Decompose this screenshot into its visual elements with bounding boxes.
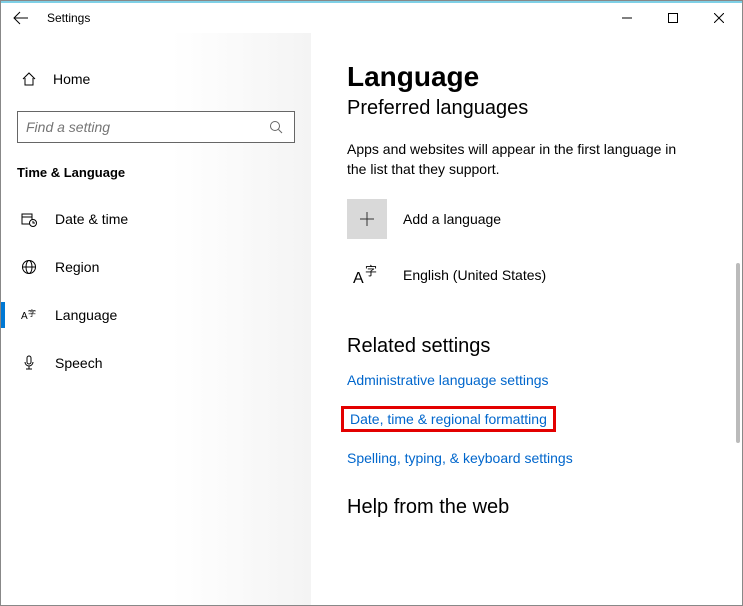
home-label: Home	[53, 71, 90, 87]
sidebar-item-speech[interactable]: Speech	[1, 342, 311, 384]
plus-icon	[359, 211, 375, 227]
language-name: English (United States)	[403, 267, 546, 283]
language-glyph-icon: A字	[347, 255, 387, 295]
svg-text:A: A	[21, 311, 28, 322]
description-text: Apps and websites will appear in the fir…	[347, 140, 687, 179]
sidebar: Home Time & Language Date & time Region …	[1, 33, 311, 605]
sidebar-item-date-time[interactable]: Date & time	[1, 198, 311, 240]
search-container	[17, 111, 295, 143]
arrow-left-icon	[13, 10, 29, 26]
calendar-clock-icon	[19, 211, 39, 227]
page-subtitle: Preferred languages	[347, 97, 742, 120]
sidebar-item-region[interactable]: Region	[1, 246, 311, 288]
window-controls	[604, 3, 742, 33]
sidebar-item-label: Speech	[55, 355, 102, 371]
plus-icon-box	[347, 199, 387, 239]
scrollbar-thumb[interactable]	[736, 263, 740, 443]
window-body: Home Time & Language Date & time Region …	[1, 33, 742, 605]
sidebar-item-label: Language	[55, 307, 117, 323]
minimize-icon	[622, 13, 632, 23]
language-item[interactable]: A字 English (United States)	[347, 255, 742, 295]
link-admin-language[interactable]: Administrative language settings	[347, 372, 549, 388]
sidebar-group-label: Time & Language	[1, 165, 311, 180]
sidebar-item-label: Date & time	[55, 211, 128, 227]
sidebar-item-language[interactable]: A字 Language	[1, 294, 311, 336]
svg-text:字: 字	[365, 263, 377, 278]
language-icon: A字	[19, 307, 39, 323]
related-title: Related settings	[347, 335, 742, 358]
maximize-button[interactable]	[650, 3, 696, 33]
add-language-label: Add a language	[403, 211, 501, 227]
home-icon	[19, 71, 39, 87]
link-date-time-regional[interactable]: Date, time & regional formatting	[341, 406, 556, 432]
search-icon	[266, 120, 286, 134]
close-button[interactable]	[696, 3, 742, 33]
back-button[interactable]	[1, 4, 41, 32]
link-spelling-typing-keyboard[interactable]: Spelling, typing, & keyboard settings	[347, 450, 573, 466]
minimize-button[interactable]	[604, 3, 650, 33]
titlebar: Settings	[1, 1, 742, 33]
help-title: Help from the web	[347, 496, 742, 519]
maximize-icon	[668, 13, 678, 23]
search-box[interactable]	[17, 111, 295, 143]
add-language-button[interactable]: Add a language	[347, 199, 742, 239]
window-title: Settings	[47, 11, 90, 25]
globe-icon	[19, 259, 39, 275]
help-section: Help from the web	[347, 496, 742, 519]
page-title: Language	[347, 61, 742, 93]
svg-text:字: 字	[28, 308, 36, 318]
related-settings: Related settings Administrative language…	[347, 335, 742, 466]
main-content: Language Preferred languages Apps and we…	[311, 33, 742, 605]
sidebar-item-label: Region	[55, 259, 99, 275]
settings-window: Settings Home Time & Language Date & tim…	[0, 0, 743, 606]
svg-text:A: A	[353, 270, 364, 287]
home-nav[interactable]: Home	[1, 61, 311, 97]
microphone-icon	[19, 355, 39, 371]
search-input[interactable]	[26, 119, 266, 135]
close-icon	[714, 13, 724, 23]
